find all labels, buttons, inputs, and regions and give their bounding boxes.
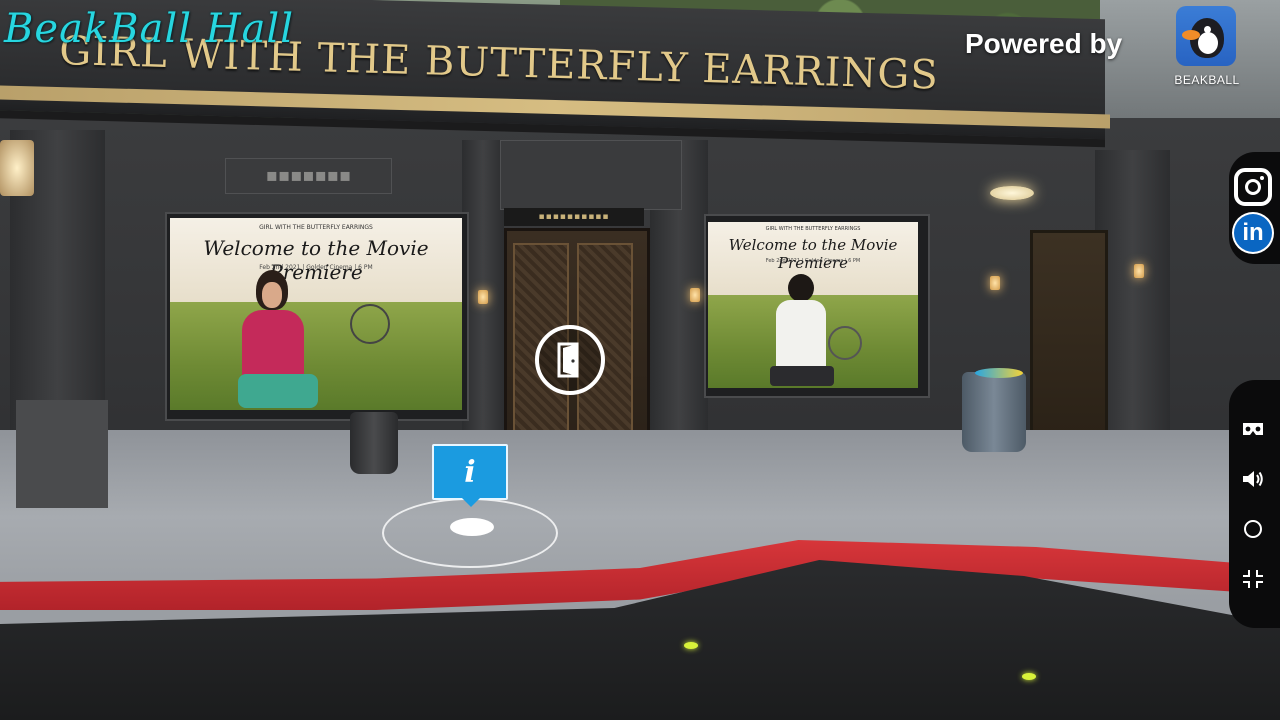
virtual-tour-scene[interactable]: ▪▪▪▪▪▪▪ GIRL WITH THE BUTTERFLY EARRINGS… bbox=[0, 0, 1280, 720]
poster-left-bicycle bbox=[350, 304, 390, 344]
vr-headset-icon bbox=[1243, 423, 1263, 435]
hall-title: BeakBall Hall bbox=[4, 6, 295, 52]
floor-marker-dot[interactable] bbox=[1022, 673, 1036, 680]
poster-right: GIRL WITH THE BUTTERFLY EARRINGS Welcome… bbox=[708, 222, 918, 388]
barrel bbox=[350, 412, 398, 474]
info-icon: i bbox=[464, 454, 476, 490]
trash-bin-lid bbox=[975, 368, 1023, 378]
poster-left-small-title: GIRL WITH THE BUTTERFLY EARRINGS bbox=[259, 224, 373, 231]
trash-bin bbox=[962, 372, 1026, 452]
linkedin-icon: in bbox=[1234, 214, 1272, 252]
exit-fullscreen-icon bbox=[1243, 570, 1263, 588]
linkedin-button[interactable]: in bbox=[1232, 212, 1274, 254]
brand-name: BEAKBALL bbox=[1174, 73, 1240, 87]
door-sign: ▪▪▪▪▪▪▪▪▪▪ bbox=[504, 208, 644, 226]
poster-left-subtitle: Feb 2nd 2021 | Golden Cinema | 6 PM bbox=[259, 264, 373, 271]
poster-right-bicycle bbox=[828, 326, 862, 360]
side-door bbox=[1030, 230, 1108, 436]
planter-box bbox=[16, 400, 108, 508]
wall-lamp bbox=[1134, 264, 1144, 278]
wall-sign-left: ▪▪▪▪▪▪▪ bbox=[225, 158, 392, 194]
street-lamp bbox=[0, 140, 34, 196]
enter-door-hotspot[interactable] bbox=[535, 325, 605, 395]
poster-right-small-title: GIRL WITH THE BUTTERFLY EARRINGS bbox=[765, 226, 861, 232]
circle-icon bbox=[1244, 520, 1262, 538]
vr-mode-button[interactable] bbox=[1236, 414, 1270, 444]
poster-right-title: Welcome to the Movie Premiere bbox=[728, 236, 898, 272]
wall-lamp bbox=[478, 290, 488, 304]
floor-marker-dot[interactable] bbox=[684, 642, 698, 649]
beakball-logo[interactable] bbox=[1176, 6, 1236, 66]
powered-by-label: Powered by bbox=[965, 28, 1123, 59]
autorotate-button[interactable] bbox=[1236, 514, 1270, 544]
info-hotspot[interactable]: i bbox=[432, 444, 508, 500]
door-icon bbox=[557, 342, 579, 378]
poster-right-subtitle: Feb 2nd 2021 | Golden Cinema | 6 PM bbox=[765, 258, 861, 264]
poster-left: GIRL WITH THE BUTTERFLY EARRINGS Welcome… bbox=[170, 218, 462, 410]
poster-left-girl bbox=[238, 270, 318, 410]
info-hotspot-tail bbox=[462, 498, 480, 507]
wall-sign-center bbox=[500, 140, 682, 210]
exit-fullscreen-button[interactable] bbox=[1236, 564, 1270, 594]
poster-right-boy bbox=[766, 274, 836, 388]
poster-left-title: Welcome to the Movie Premiere bbox=[203, 236, 429, 284]
wall-lamp bbox=[990, 276, 1000, 290]
wall-lamp bbox=[690, 288, 700, 302]
info-hotspot-base bbox=[450, 518, 494, 536]
instagram-icon[interactable] bbox=[1234, 168, 1272, 206]
volume-icon bbox=[1243, 471, 1263, 487]
sound-button[interactable] bbox=[1236, 464, 1270, 494]
ceiling-light bbox=[990, 186, 1034, 200]
